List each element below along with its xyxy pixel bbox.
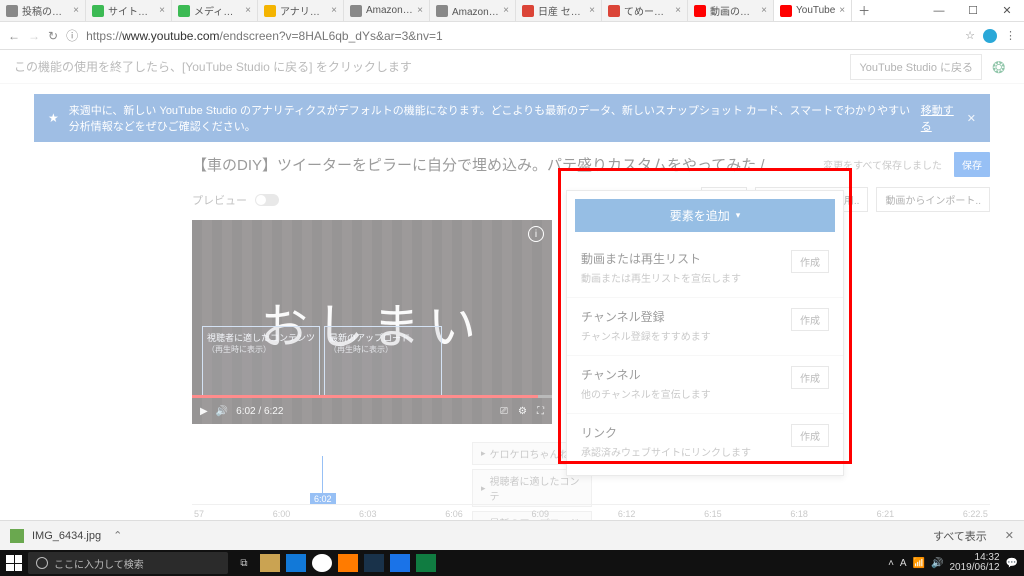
minimize-button[interactable]: — bbox=[922, 0, 956, 21]
save-button[interactable]: 保存 bbox=[954, 152, 990, 177]
save-status: 変更をすべて保存しました bbox=[823, 157, 942, 172]
endscreen-card[interactable]: 最新のアップロード （再生時に表示） bbox=[324, 326, 442, 398]
app-icon[interactable] bbox=[416, 554, 436, 572]
preview-label: プレビュー bbox=[192, 192, 247, 208]
info-icon[interactable]: i bbox=[528, 226, 544, 242]
tab[interactable]: 動画のメタデ× bbox=[688, 0, 774, 21]
close-icon[interactable]: × bbox=[159, 5, 165, 16]
video-player[interactable]: おしまい i 視聴者に適したコンテンツ （再生時に表示） 最新のアップロード （… bbox=[192, 220, 552, 424]
close-icon[interactable]: × bbox=[417, 5, 423, 16]
forward-button[interactable]: → bbox=[28, 29, 40, 43]
star-icon: ★ bbox=[48, 111, 59, 125]
cortana-icon bbox=[36, 557, 48, 569]
playhead-marker[interactable] bbox=[322, 456, 323, 504]
app-icon[interactable] bbox=[364, 554, 384, 572]
extension-icon[interactable] bbox=[983, 29, 997, 43]
ime-icon[interactable]: A bbox=[900, 558, 907, 569]
chevron-up-icon[interactable]: ⌃ bbox=[113, 529, 122, 542]
close-icon[interactable]: × bbox=[245, 5, 251, 16]
main-content: 【車のDIY】ツイーターをピラーに自分で埋め込み。パテ盛りカスタムをやってみた … bbox=[0, 152, 1024, 528]
chrome-icon[interactable] bbox=[312, 554, 332, 572]
tray-chevron-icon[interactable]: ˄ bbox=[888, 558, 894, 569]
close-button[interactable]: ✕ bbox=[990, 0, 1024, 21]
browser-titlebar: 投稿の編集× サイト統計情× メディアライフ× アナリティクス× Amazon.… bbox=[0, 0, 1024, 22]
tab-strip: 投稿の編集× サイト統計情× メディアライフ× アナリティクス× Amazon.… bbox=[0, 0, 922, 21]
tab[interactable]: Amazon | た× bbox=[430, 0, 516, 21]
popup-item[interactable]: リンク 承認済みウェブサイトにリンクします 作成 bbox=[567, 414, 843, 475]
notice-text: 来週中に、新しい YouTube Studio のアナリティクスがデフォルトの機… bbox=[69, 102, 911, 134]
tab[interactable]: サイト統計情× bbox=[86, 0, 172, 21]
endscreen-card[interactable]: 視聴者に適したコンテンツ （再生時に表示） bbox=[202, 326, 320, 398]
popup-item[interactable]: 動画または再生リスト 動画または再生リストを宣伝します 作成 bbox=[567, 240, 843, 298]
tab-active[interactable]: YouTube× bbox=[774, 0, 852, 21]
close-icon[interactable]: × bbox=[331, 5, 337, 16]
menu-icon[interactable]: ⋮ bbox=[1005, 29, 1016, 42]
create-button[interactable]: 作成 bbox=[791, 366, 829, 389]
gear-icon[interactable]: ⚙ bbox=[518, 406, 527, 417]
close-icon[interactable]: × bbox=[589, 5, 595, 16]
window-controls: — ☐ ✕ bbox=[922, 0, 1024, 21]
address-bar: ← → ↻ ⓘ https://www.youtube.com/endscree… bbox=[0, 22, 1024, 50]
notice-link[interactable]: 移動する bbox=[921, 102, 957, 134]
close-icon[interactable]: × bbox=[503, 5, 509, 16]
firefox-icon[interactable] bbox=[338, 554, 358, 572]
close-icon[interactable]: × bbox=[675, 5, 681, 16]
add-element-button[interactable]: 要素を追加 bbox=[575, 199, 835, 232]
download-file[interactable]: IMG_6434.jpg bbox=[32, 530, 101, 542]
maximize-button[interactable]: ☐ bbox=[956, 0, 990, 21]
fullscreen-icon[interactable]: ⛶ bbox=[537, 406, 544, 417]
preview-toggle[interactable] bbox=[255, 194, 279, 206]
start-button[interactable] bbox=[6, 555, 22, 571]
create-button[interactable]: 作成 bbox=[791, 250, 829, 273]
dismiss-notice-button[interactable]: ✕ bbox=[967, 112, 976, 125]
app-icon[interactable] bbox=[390, 554, 410, 572]
player-time: 6:02 / 6:22 bbox=[236, 406, 283, 417]
notifications-icon[interactable]: 💬 bbox=[1006, 558, 1018, 569]
close-icon[interactable]: × bbox=[761, 5, 767, 16]
volume-icon[interactable]: 🔊 bbox=[931, 558, 943, 569]
reload-button[interactable]: ↻ bbox=[48, 29, 58, 43]
system-tray: ˄ A 📶 🔊 14:32 2019/06/12 💬 bbox=[888, 553, 1018, 574]
add-element-popup: 要素を追加 動画または再生リスト 動画または再生リストを宣伝します 作成 チャン… bbox=[566, 190, 844, 476]
tab[interactable]: メディアライフ× bbox=[172, 0, 258, 21]
wifi-icon[interactable]: 📶 bbox=[913, 558, 925, 569]
tab[interactable]: 投稿の編集× bbox=[0, 0, 86, 21]
create-button[interactable]: 作成 bbox=[791, 424, 829, 447]
video-title: 【車のDIY】ツイーターをピラーに自分で埋め込み。パテ盛りカスタムをやってみた … bbox=[192, 154, 811, 175]
play-icon[interactable]: ▶ bbox=[200, 406, 208, 417]
popup-item[interactable]: チャンネル登録 チャンネル登録をすすめます 作成 bbox=[567, 298, 843, 356]
search-box[interactable]: ここに入力して検索 bbox=[28, 552, 228, 574]
bookmark-icon[interactable]: ☆ bbox=[965, 29, 975, 42]
task-view-icon[interactable]: ⧉ bbox=[234, 554, 254, 572]
return-studio-button[interactable]: YouTube Studio に戻る bbox=[850, 54, 982, 80]
import-button[interactable]: 動画からインポート.. bbox=[876, 187, 990, 212]
volume-icon[interactable]: 🔊 bbox=[216, 406, 228, 417]
back-button[interactable]: ← bbox=[8, 29, 20, 43]
close-icon[interactable]: × bbox=[839, 5, 845, 16]
create-button[interactable]: 作成 bbox=[791, 308, 829, 331]
topbar-message: この機能の使用を終了したら、[YouTube Studio に戻る] をクリック… bbox=[14, 58, 840, 75]
close-download-bar[interactable]: ✕ bbox=[1005, 529, 1014, 542]
file-icon bbox=[10, 529, 24, 543]
new-tab-button[interactable]: ＋ bbox=[852, 0, 876, 21]
popup-item[interactable]: チャンネル 他のチャンネルを宣伝します 作成 bbox=[567, 356, 843, 414]
tab[interactable]: アナリティクス× bbox=[258, 0, 344, 21]
show-all-downloads[interactable]: すべて表示 bbox=[933, 528, 987, 544]
download-bar: IMG_6434.jpg ⌃ すべて表示 ✕ bbox=[0, 520, 1024, 550]
tab[interactable]: てめーはおれを× bbox=[602, 0, 688, 21]
notice-bar: ★ 来週中に、新しい YouTube Studio のアナリティクスがデフォルト… bbox=[34, 94, 990, 142]
clock[interactable]: 14:32 2019/06/12 bbox=[949, 553, 999, 574]
url-field[interactable]: https://www.youtube.com/endscreen?v=8HAL… bbox=[86, 29, 957, 43]
close-icon[interactable]: × bbox=[73, 5, 79, 16]
player-controls: ▶ 🔊 6:02 / 6:22 ⎚ ⚙ ⛶ bbox=[192, 398, 552, 424]
tab[interactable]: 日産 セレナ |× bbox=[516, 0, 602, 21]
studio-topbar: この機能の使用を終了したら、[YouTube Studio に戻る] をクリック… bbox=[0, 50, 1024, 84]
cc-icon[interactable]: ⎚ bbox=[500, 406, 508, 417]
windows-taskbar: ここに入力して検索 ⧉ ˄ A 📶 🔊 14:32 2019/06/12 💬 bbox=[0, 550, 1024, 576]
creator-icon[interactable]: ❂ bbox=[992, 58, 1010, 76]
tab[interactable]: Amazon.co× bbox=[344, 0, 430, 21]
explorer-icon[interactable] bbox=[260, 554, 280, 572]
edge-icon[interactable] bbox=[286, 554, 306, 572]
info-icon[interactable]: ⓘ bbox=[66, 27, 78, 44]
